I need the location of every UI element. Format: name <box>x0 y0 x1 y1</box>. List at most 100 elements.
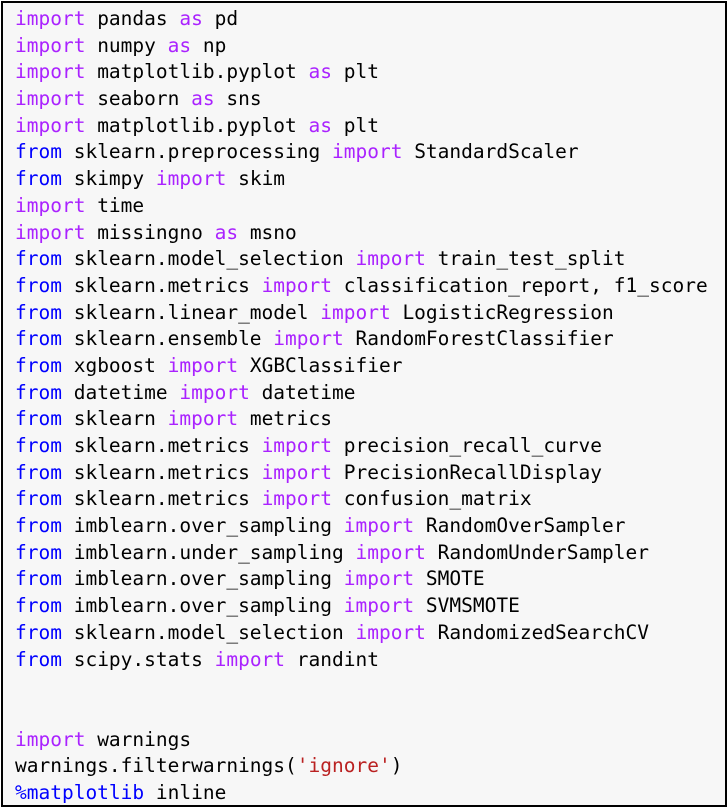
code-token: import <box>261 460 333 484</box>
code-token: from <box>15 487 62 511</box>
code-token: imblearn.over_sampling <box>61 594 344 618</box>
code-token: matplotlib.pyplot <box>85 60 309 84</box>
code-token: import <box>15 220 86 244</box>
code-token: from <box>15 647 62 671</box>
code-token: import <box>15 193 86 217</box>
code-token: import <box>355 247 426 271</box>
code-token: imblearn.under_sampling <box>61 540 356 564</box>
code-token: randint <box>285 647 379 671</box>
code-token: import <box>179 380 250 404</box>
code-line: from sklearn.metrics import PrecisionRec… <box>15 460 708 487</box>
code-token: import <box>273 327 344 351</box>
code-token: import <box>343 567 415 591</box>
code-line: import seaborn as sns <box>15 86 708 113</box>
code-token: import <box>15 7 86 30</box>
code-token: datetime <box>61 380 180 404</box>
code-token: scipy.stats <box>61 647 215 671</box>
code-token: missingno <box>85 220 215 244</box>
code-token: from <box>15 140 62 164</box>
code-token: sklearn.model_selection <box>61 247 356 271</box>
code-line: import warnings <box>15 727 708 754</box>
code-token: pd <box>202 7 239 30</box>
code-line: import missingno as msno <box>15 220 708 247</box>
code-line: from sklearn.metrics import classificati… <box>15 273 708 300</box>
code-token: inline <box>144 780 227 804</box>
code-token: sklearn.metrics <box>61 434 262 457</box>
code-line: from imblearn.over_sampling import SMOTE <box>15 566 708 593</box>
code-line: import time <box>15 193 708 220</box>
code-line: from sklearn.model_selection import Rand… <box>15 620 708 647</box>
code-line: import numpy as np <box>15 33 708 60</box>
code-token: RandomForestClassifier <box>343 327 614 351</box>
code-line: from skimpy import skim <box>15 166 708 193</box>
code-line: from datetime import datetime <box>15 380 708 407</box>
code-token: skim <box>226 167 286 191</box>
code-token: LogisticRegression <box>390 300 614 324</box>
code-token: import <box>343 514 415 538</box>
code-token: as <box>167 33 192 57</box>
code-token: seaborn <box>85 87 192 111</box>
code-token: sklearn.model_selection <box>61 620 356 644</box>
code-line: %matplotlib inline <box>15 780 708 807</box>
code-token: 'ignore' <box>296 754 391 778</box>
code-line: from sklearn.metrics import confusion_ma… <box>15 486 708 513</box>
code-token: RandomOverSampler <box>414 514 626 538</box>
code-token: SVMSMOTE <box>414 594 520 618</box>
code-line: from imblearn.over_sampling import Rando… <box>15 513 708 540</box>
code-token: %matplotlib <box>15 780 145 804</box>
code-token: from <box>15 460 62 484</box>
code-token: pandas <box>85 7 180 30</box>
code-token: sklearn.linear_model <box>61 300 321 324</box>
code-token: from <box>15 273 62 297</box>
code-token: plt <box>332 113 379 137</box>
code-token: as <box>308 113 332 137</box>
code-token: from <box>15 407 62 431</box>
code-token: from <box>15 327 62 351</box>
code-token: np <box>191 33 227 57</box>
code-token: import <box>261 487 333 511</box>
code-token: import <box>167 353 239 377</box>
code-line: import matplotlib.pyplot as plt <box>15 113 708 140</box>
code-token: XGBClassifier <box>238 353 403 377</box>
code-token: from <box>15 380 62 404</box>
code-token: time <box>85 193 145 217</box>
code-token: confusion_matrix <box>332 487 532 511</box>
code-token: import <box>155 167 227 191</box>
code-token: RandomizedSearchCV <box>425 620 649 644</box>
code-token: warnings.filterwarnings( <box>15 754 297 778</box>
code-token: from <box>15 300 62 324</box>
code-token: matplotlib.pyplot <box>85 113 309 137</box>
code-line: from imblearn.under_sampling import Rand… <box>15 540 708 567</box>
code-token: sklearn <box>61 407 168 431</box>
code-token: from <box>15 434 62 457</box>
code-token: sklearn.metrics <box>61 273 262 297</box>
code-token: import <box>261 434 333 457</box>
code-token: skimpy <box>61 167 156 191</box>
code-token: StandardScaler <box>402 140 579 164</box>
code-cell[interactable]: import pandas as pd import numpy as np imp… <box>1 1 727 807</box>
code-token: imblearn.over_sampling <box>61 514 344 538</box>
code-token: as <box>191 87 215 111</box>
code-line: from sklearn.preprocessing import Standa… <box>15 139 708 166</box>
code-token: plt <box>332 60 379 84</box>
code-token: import <box>15 113 86 137</box>
code-token: numpy <box>85 33 168 57</box>
code-token: sklearn.metrics <box>61 460 262 484</box>
code-token: RandomUnderSampler <box>425 540 649 564</box>
code-line: from sklearn import metrics <box>15 406 708 433</box>
code-token: sklearn.preprocessing <box>61 140 332 164</box>
code-token: from <box>15 540 62 564</box>
code-editor[interactable]: import pandas as pd import numpy as np imp… <box>15 6 708 807</box>
code-token: import <box>214 647 286 671</box>
code-token: import <box>15 33 86 57</box>
code-line: from imblearn.over_sampling import SVMSM… <box>15 593 708 620</box>
code-token: warnings <box>85 727 192 751</box>
code-token: sklearn.ensemble <box>61 327 274 351</box>
code-line: from sklearn.model_selection import trai… <box>15 246 708 273</box>
code-token: import <box>15 60 86 84</box>
code-token: train_test_split <box>425 247 626 271</box>
code-token: import <box>15 87 86 111</box>
code-token: from <box>15 514 62 538</box>
